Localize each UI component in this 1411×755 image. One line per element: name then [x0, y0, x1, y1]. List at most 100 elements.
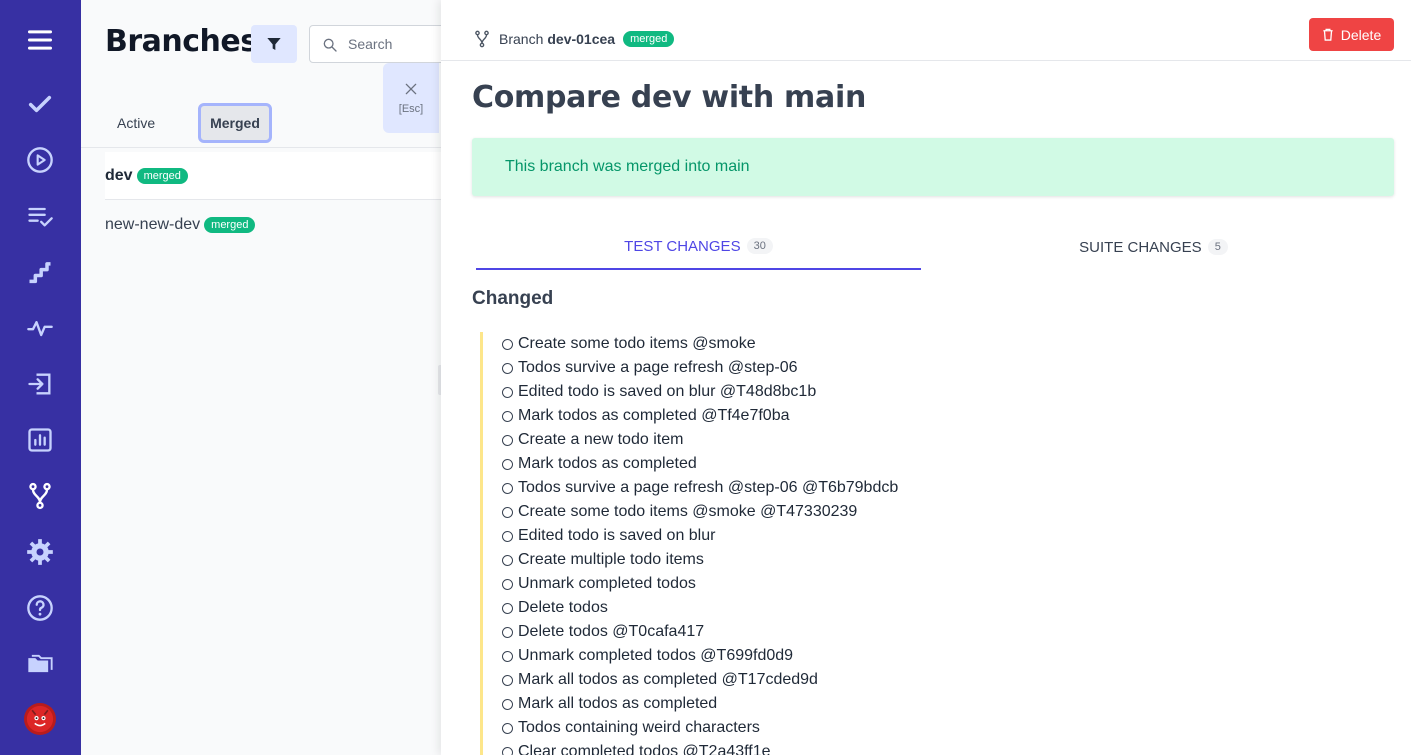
test-title: Create some todo items @smoke — [518, 335, 756, 352]
branch-icon[interactable] — [25, 481, 55, 511]
search-field[interactable] — [309, 25, 449, 63]
test-title: Create some todo items @smoke @T47330239 — [518, 503, 858, 520]
list-item[interactable]: Mark todos as completed @Tf4e7f0ba — [502, 404, 1380, 428]
tab-test-changes[interactable]: TEST CHANGES 30 — [476, 228, 921, 270]
status-badge: merged — [204, 217, 256, 233]
delete-button-label: Delete — [1340, 26, 1382, 43]
tab-active[interactable]: Active — [105, 106, 167, 140]
branch-row-new-new-dev[interactable]: new-new-dev merged — [105, 201, 441, 249]
list-item[interactable]: Todos survive a page refresh @step-06 — [502, 356, 1380, 380]
list-item[interactable]: Edited todo is saved on blur — [502, 524, 1380, 548]
test-title: Mark todos as completed @Tf4e7f0ba — [518, 407, 790, 424]
tab-merged[interactable]: Merged — [198, 103, 272, 143]
test-title: Edited todo is saved on blur — [518, 527, 716, 544]
check-icon[interactable] — [25, 89, 55, 119]
tab-suite-changes[interactable]: SUITE CHANGES 5 — [931, 228, 1376, 270]
circle-icon — [502, 458, 513, 470]
list-item[interactable]: Create some todo items @smoke @T47330239 — [502, 500, 1380, 524]
merged-notice: This branch was merged into main — [472, 138, 1394, 196]
tabs-divider — [81, 147, 441, 148]
compare-title: Compare dev with main — [472, 80, 866, 115]
list-item[interactable]: Delete todos @T0cafa417 — [502, 620, 1380, 644]
circle-icon — [502, 434, 513, 446]
detail-header: Branch dev-01cea merged Delete — [441, 0, 1411, 61]
folders-icon[interactable] — [25, 649, 55, 679]
list-check-icon[interactable] — [25, 201, 55, 231]
close-icon — [405, 83, 417, 95]
circle-icon — [502, 698, 513, 710]
test-title: Unmark completed todos @T699fd0d9 — [518, 647, 794, 664]
app-root: Branches Active Merged dev merged new-ne… — [0, 0, 1411, 755]
circle-icon — [502, 482, 513, 494]
filter-button[interactable] — [251, 25, 297, 63]
circle-icon — [502, 626, 513, 638]
count-badge: 30 — [746, 238, 773, 254]
help-icon[interactable] — [25, 593, 55, 623]
circle-icon — [502, 674, 513, 686]
test-title: Clear completed todos @T2a43ff1e — [518, 743, 771, 755]
breadcrumb-prefix: Branch — [499, 31, 544, 47]
branch-row-dev[interactable]: dev merged — [105, 152, 441, 200]
breadcrumb: Branch dev-01cea merged — [473, 30, 675, 48]
list-item[interactable]: Create multiple todo items — [502, 548, 1380, 572]
trash-icon — [1323, 28, 1333, 41]
test-title: Todos survive a page refresh @step-06 — [518, 359, 798, 376]
list-item[interactable]: Mark all todos as completed @T17cded9d — [502, 668, 1380, 692]
pulse-icon[interactable] — [25, 313, 55, 343]
circle-icon — [502, 530, 513, 542]
circle-icon — [502, 386, 513, 398]
circle-icon — [502, 506, 513, 518]
changed-tests-list: Create some todo items @smoke Todos surv… — [480, 332, 1380, 755]
import-icon[interactable] — [25, 369, 55, 399]
test-title: Todos containing weird characters — [518, 719, 760, 736]
test-title: Edited todo is saved on blur @T48d8bc1b — [518, 383, 817, 400]
branch-icon — [475, 30, 489, 48]
circle-icon — [502, 602, 513, 614]
list-item[interactable]: Todos survive a page refresh @step-06 @T… — [502, 476, 1380, 500]
circle-icon — [502, 410, 513, 422]
list-item[interactable]: Delete todos — [502, 596, 1380, 620]
test-title: Create a new todo item — [518, 431, 684, 448]
search-input[interactable] — [348, 34, 443, 54]
steps-icon[interactable] — [25, 257, 55, 287]
test-title: Create multiple todo items — [518, 551, 704, 568]
list-item[interactable]: Unmark completed todos @T699fd0d9 — [502, 644, 1380, 668]
list-item[interactable]: Todos containing weird characters — [502, 716, 1380, 740]
test-title: Delete todos — [518, 599, 608, 616]
esc-hint: [Esc] — [398, 103, 424, 115]
section-heading: Changed — [472, 288, 554, 309]
test-title: Unmark completed todos — [518, 575, 696, 592]
delete-button[interactable]: Delete — [1309, 18, 1394, 51]
list-item[interactable]: Create some todo items @smoke — [502, 332, 1380, 356]
play-circle-icon[interactable] — [25, 145, 55, 175]
status-badge: merged — [136, 167, 188, 184]
circle-icon — [502, 338, 513, 350]
avatar[interactable] — [24, 703, 56, 735]
close-panel-button[interactable]: [Esc] — [383, 63, 439, 133]
chart-icon[interactable] — [25, 425, 55, 455]
circle-icon — [502, 722, 513, 734]
list-item[interactable]: Edited todo is saved on blur @T48d8bc1b — [502, 380, 1380, 404]
breadcrumb-branch-name: dev-01cea — [547, 31, 616, 47]
menu-icon[interactable] — [25, 25, 55, 55]
test-title: Todos survive a page refresh @step-06 @T… — [518, 479, 899, 496]
branch-name: dev — [105, 166, 133, 184]
tab-label: TEST CHANGES — [624, 237, 741, 255]
test-title: Mark todos as completed — [518, 455, 697, 472]
gear-icon[interactable] — [25, 537, 55, 567]
list-item[interactable]: Clear completed todos @T2a43ff1e — [502, 740, 1380, 755]
tab-label: SUITE CHANGES — [1079, 238, 1202, 256]
circle-icon — [502, 746, 513, 755]
page-title: Branches — [105, 24, 258, 59]
search-icon — [323, 38, 337, 52]
circle-icon — [502, 650, 513, 662]
circle-icon — [502, 362, 513, 374]
circle-icon — [502, 554, 513, 566]
list-item[interactable]: Create a new todo item — [502, 428, 1380, 452]
list-item[interactable]: Mark todos as completed — [502, 452, 1380, 476]
count-badge: 5 — [1207, 239, 1228, 255]
list-item[interactable]: Mark all todos as completed — [502, 692, 1380, 716]
test-title: Delete todos @T0cafa417 — [518, 623, 705, 640]
branch-detail-panel: Branch dev-01cea merged Delete Compare d… — [441, 0, 1411, 755]
list-item[interactable]: Unmark completed todos — [502, 572, 1380, 596]
